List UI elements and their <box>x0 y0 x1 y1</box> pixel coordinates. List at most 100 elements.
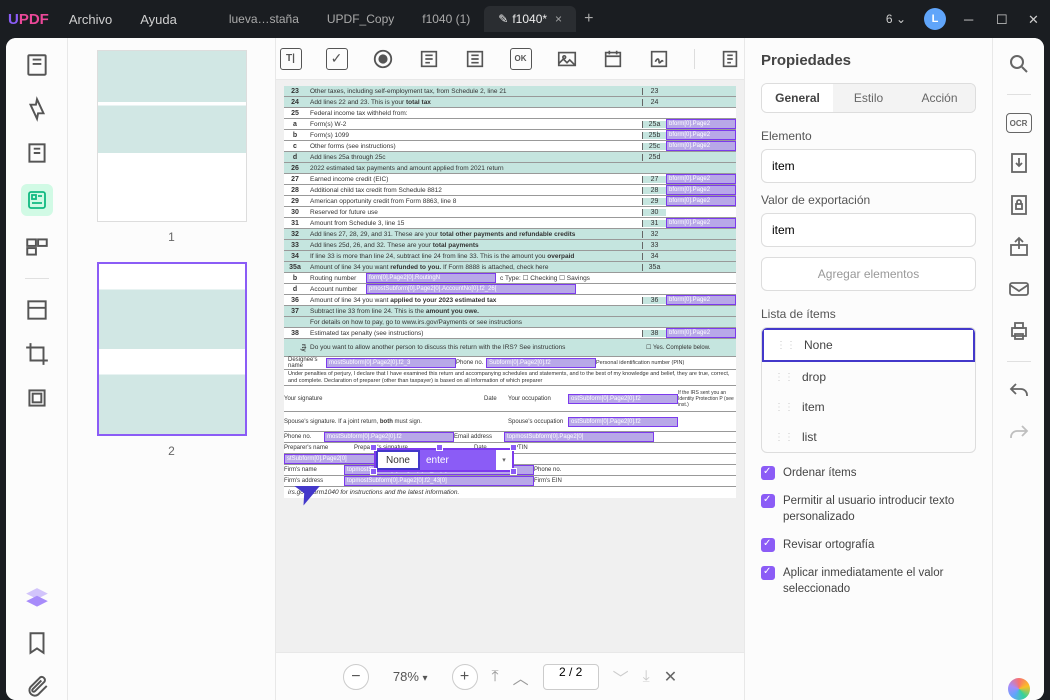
form-field[interactable]: form[0].Page2[0].RoutingN <box>366 273 496 283</box>
form-field[interactable]: ostSubform[0].Page2[0].f2 <box>568 417 678 427</box>
listbox-icon[interactable] <box>464 48 486 70</box>
layers-icon[interactable] <box>24 586 50 612</box>
checkbox-row[interactable]: Revisar ortografía <box>761 537 976 553</box>
checkbox-icon[interactable] <box>761 466 775 480</box>
tab-style[interactable]: Estilo <box>833 84 904 112</box>
bookmark-icon[interactable] <box>24 630 50 656</box>
comment-icon[interactable] <box>24 96 50 122</box>
form-field[interactable]: bform[0].Page2 <box>666 174 736 184</box>
form-field[interactable]: ostSubform[0].Page2[0].f2 <box>568 394 678 404</box>
form-icon[interactable] <box>21 184 53 216</box>
ocr-icon[interactable]: OCR <box>1006 113 1032 133</box>
next-page-icon[interactable]: ﹀ <box>613 665 629 689</box>
tab-2[interactable]: f1040 (1) <box>408 6 484 32</box>
close-window-icon[interactable]: ✕ <box>1028 12 1042 26</box>
app-logo: UPDF <box>8 11 49 28</box>
form-field[interactable]: bform[0].Page2 <box>666 141 736 151</box>
radio-icon[interactable] <box>372 48 394 70</box>
drag-icon[interactable]: ⋮⋮ <box>774 402 794 413</box>
ai-assistant-icon[interactable] <box>1008 678 1030 700</box>
element-input[interactable] <box>761 149 976 183</box>
drag-icon[interactable]: ⋮⋮ <box>774 432 794 443</box>
redo-icon[interactable] <box>1007 422 1031 446</box>
email-icon[interactable] <box>1007 277 1031 301</box>
minimize-icon[interactable]: ─ <box>964 12 978 26</box>
new-tab-button[interactable]: + <box>584 10 593 28</box>
form-field[interactable]: bform[0].Page2 <box>666 185 736 195</box>
window-count[interactable]: 6 ⌄ <box>886 12 906 26</box>
tab-0[interactable]: lueva…staña <box>215 6 313 32</box>
search-icon[interactable] <box>1007 52 1031 76</box>
compress-icon[interactable] <box>24 385 50 411</box>
add-elements-button[interactable]: Agregar elementos <box>761 257 976 291</box>
checkbox-icon[interactable] <box>761 538 775 552</box>
zoom-in-button[interactable]: + <box>452 664 478 690</box>
page-input[interactable]: 2 / 2 <box>543 664 599 690</box>
checkbox-row[interactable]: Permitir al usuario introducir texto per… <box>761 493 976 525</box>
list-item[interactable]: ⋮⋮drop <box>762 362 975 392</box>
undo-icon[interactable] <box>1007 380 1031 404</box>
form-field[interactable]: bform[0].Page2 <box>666 328 736 338</box>
organize-icon[interactable] <box>24 234 50 260</box>
form-field[interactable]: topmostSubform[0].Page2[0] <box>504 432 654 442</box>
signature-icon[interactable] <box>648 48 670 70</box>
form-field[interactable]: bform[0].Page2 <box>666 130 736 140</box>
list-item[interactable]: ⋮⋮item <box>762 392 975 422</box>
first-page-icon[interactable]: ⤒ <box>492 668 499 686</box>
form-field[interactable]: topmostSubform[0].Page2[0].f2_43[0] <box>344 476 534 486</box>
menu-help[interactable]: Ayuda <box>140 12 177 27</box>
zoom-value[interactable]: 78% ▾ <box>383 669 438 684</box>
chevron-down-icon[interactable]: ▾ <box>496 456 512 464</box>
crop-icon[interactable] <box>24 341 50 367</box>
drag-icon[interactable]: ⋮⋮ <box>776 340 796 351</box>
text-field-icon[interactable]: T| <box>280 48 302 70</box>
export-value-input[interactable] <box>761 213 976 247</box>
tab-1[interactable]: UPDF_Copy <box>313 6 408 32</box>
form-field[interactable]: bform[0].Page2 <box>666 218 736 228</box>
checkbox-row[interactable]: Aplicar inmediatamente el valor seleccio… <box>761 565 976 597</box>
form-settings-icon[interactable] <box>719 48 741 70</box>
tab-action[interactable]: Acción <box>904 84 975 112</box>
protect-icon[interactable] <box>1007 193 1031 217</box>
form-field[interactable]: bform[0].Page2 <box>666 196 736 206</box>
print-icon[interactable] <box>1007 319 1031 343</box>
attachment-icon[interactable] <box>24 674 50 700</box>
form-field[interactable]: mostSubform[0].Page2[0].f2 <box>324 432 454 442</box>
share-icon[interactable] <box>1007 235 1031 259</box>
close-toolbar-icon[interactable]: ✕ <box>664 667 677 687</box>
checkbox-icon[interactable]: ✓ <box>326 48 348 70</box>
checkbox-row[interactable]: Ordenar ítems <box>761 465 976 481</box>
form-field[interactable]: bform[0].Page2 <box>666 295 736 305</box>
form-field[interactable]: bform[0].Page2 <box>666 119 736 129</box>
menu-file[interactable]: Archivo <box>69 12 112 27</box>
form-field[interactable]: Subform[0].Page2[0].f2 <box>486 358 596 368</box>
redact-icon[interactable] <box>24 297 50 323</box>
checkbox-icon[interactable] <box>761 494 775 508</box>
convert-icon[interactable] <box>1007 151 1031 175</box>
page-thumb-2[interactable] <box>97 262 247 436</box>
image-field-icon[interactable] <box>556 48 578 70</box>
dropdown-icon[interactable] <box>418 48 440 70</box>
edit-icon[interactable] <box>24 140 50 166</box>
drag-icon[interactable]: ⋮⋮ <box>774 372 794 383</box>
titlebar: UPDF Archivo Ayuda lueva…staña UPDF_Copy… <box>0 0 1050 38</box>
form-field[interactable]: mostSubform[0].Page2[0].f2_3 <box>326 358 456 368</box>
reader-icon[interactable] <box>24 52 50 78</box>
tab-3[interactable]: ✎f1040*× <box>484 6 576 32</box>
list-item[interactable]: ⋮⋮None <box>762 328 975 362</box>
dropdown-form-field[interactable]: None enter ▾ <box>374 448 514 472</box>
checkbox-icon[interactable] <box>761 566 775 580</box>
tab-general[interactable]: General <box>762 84 833 112</box>
close-icon[interactable]: × <box>555 12 562 26</box>
prev-page-icon[interactable]: ︿ <box>513 665 529 689</box>
document-viewport[interactable]: 23Other taxes, including self-employment… <box>276 80 744 652</box>
avatar[interactable]: L <box>924 8 946 30</box>
list-item[interactable]: ⋮⋮list <box>762 422 975 452</box>
zoom-out-button[interactable]: − <box>343 664 369 690</box>
form-field[interactable]: pmostSubform[0].Page2[0].AccountNo[0].f2… <box>366 284 576 294</box>
maximize-icon[interactable]: ☐ <box>996 12 1010 26</box>
page-thumb-1[interactable] <box>97 50 247 222</box>
last-page-icon[interactable]: ⤓ <box>643 668 650 686</box>
button-icon[interactable]: OK <box>510 48 532 70</box>
date-field-icon[interactable] <box>602 48 624 70</box>
